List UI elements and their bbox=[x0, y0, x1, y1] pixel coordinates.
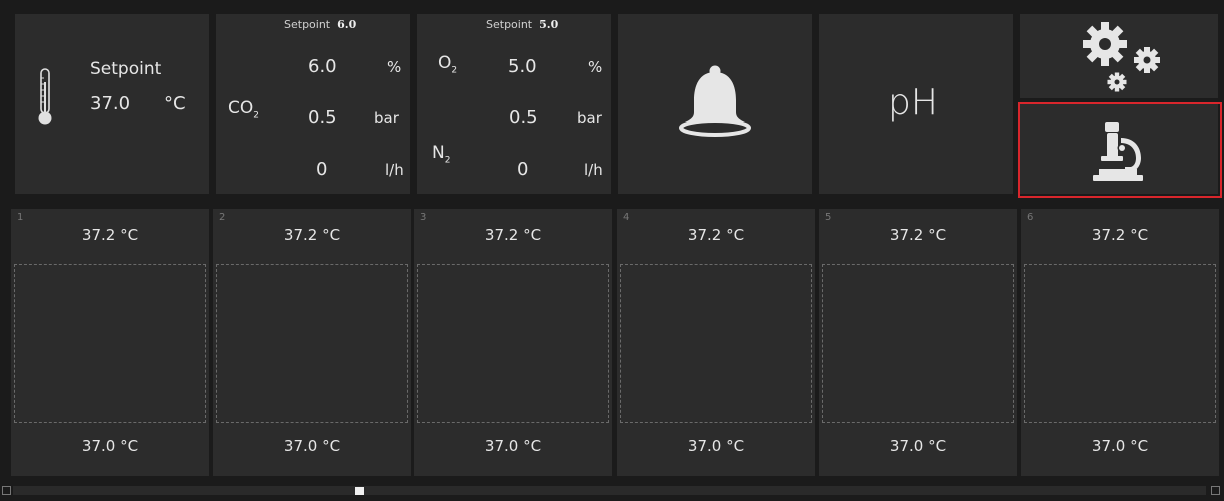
ph-label: pH bbox=[888, 82, 938, 123]
settings-panel[interactable] bbox=[1020, 14, 1218, 98]
well-4[interactable]: 4 37.2 °C 37.0 °C bbox=[617, 209, 815, 476]
well-bottom-temperature: 37.0 °C bbox=[484, 437, 542, 455]
o2-flow-unit: l/h bbox=[584, 161, 603, 179]
well-area[interactable] bbox=[417, 264, 609, 423]
co2-panel[interactable]: Setpoint 6.0 CO2 6.0 % 0.5 bar 0 l/h bbox=[216, 14, 410, 194]
n2-gas-subscript: 2 bbox=[444, 155, 451, 166]
temperature-unit: °C bbox=[164, 93, 186, 114]
well-area[interactable] bbox=[822, 264, 1014, 423]
co2-setpoint-value: 6.0 bbox=[337, 18, 357, 31]
co2-setpoint-header: Setpoint 6.0 bbox=[284, 18, 356, 31]
selection-outline bbox=[1018, 102, 1222, 198]
co2-percent-unit: % bbox=[387, 58, 402, 76]
well-top-temperature: 37.2 °C bbox=[484, 226, 542, 244]
temperature-setpoint-value: 37.0 bbox=[90, 93, 131, 114]
n2-gas-label: N2 bbox=[432, 143, 450, 165]
scroll-right-button[interactable] bbox=[1211, 486, 1220, 495]
ph-panel[interactable]: pH bbox=[819, 14, 1013, 194]
o2-setpoint-header: Setpoint 5.0 bbox=[486, 18, 558, 31]
well-top-temperature: 37.2 °C bbox=[889, 226, 947, 244]
well-area[interactable] bbox=[620, 264, 812, 423]
o2-flow-value: 0 bbox=[517, 159, 529, 180]
well-number: 6 bbox=[1027, 212, 1034, 223]
well-bottom-temperature: 37.0 °C bbox=[1091, 437, 1149, 455]
o2-setpoint-value: 5.0 bbox=[539, 18, 559, 31]
well-area[interactable] bbox=[14, 264, 206, 423]
well-number: 4 bbox=[623, 212, 630, 223]
well-6[interactable]: 6 37.2 °C 37.0 °C bbox=[1021, 209, 1219, 476]
co2-setpoint-label: Setpoint bbox=[284, 18, 331, 31]
o2-gas-text: O bbox=[438, 53, 452, 73]
o2-pressure-unit: bar bbox=[577, 109, 602, 127]
well-bottom-temperature: 37.0 °C bbox=[283, 437, 341, 455]
scrollbar-thumb[interactable] bbox=[355, 487, 364, 495]
temperature-setpoint-label: Setpoint bbox=[90, 59, 162, 79]
well-bottom-temperature: 37.0 °C bbox=[687, 437, 745, 455]
co2-gas-label: CO2 bbox=[228, 98, 259, 120]
well-top-temperature: 37.2 °C bbox=[1091, 226, 1149, 244]
well-area[interactable] bbox=[216, 264, 408, 423]
temperature-panel[interactable]: Setpoint 37.0 °C bbox=[15, 14, 209, 194]
well-5[interactable]: 5 37.2 °C 37.0 °C bbox=[819, 209, 1017, 476]
o2-n2-panel[interactable]: Setpoint 5.0 O2 N2 5.0 % 0.5 bar 0 l/h bbox=[417, 14, 611, 194]
o2-pressure-value: 0.5 bbox=[509, 107, 538, 128]
o2-gas-subscript: 2 bbox=[451, 65, 458, 76]
bell-icon bbox=[679, 64, 751, 146]
thermometer-icon bbox=[37, 68, 53, 132]
co2-flow-unit: l/h bbox=[385, 161, 404, 179]
co2-gas-text: CO bbox=[228, 98, 254, 118]
well-1[interactable]: 1 37.2 °C 37.0 °C bbox=[11, 209, 209, 476]
o2-percent-unit: % bbox=[588, 58, 603, 76]
well-bottom-temperature: 37.0 °C bbox=[81, 437, 139, 455]
co2-percent-value: 6.0 bbox=[308, 56, 337, 77]
well-area[interactable] bbox=[1024, 264, 1216, 423]
well-3[interactable]: 3 37.2 °C 37.0 °C bbox=[414, 209, 612, 476]
co2-flow-value: 0 bbox=[316, 159, 328, 180]
co2-pressure-value: 0.5 bbox=[308, 107, 337, 128]
horizontal-scrollbar[interactable] bbox=[13, 486, 1206, 495]
co2-pressure-unit: bar bbox=[374, 109, 399, 127]
o2-percent-value: 5.0 bbox=[508, 56, 537, 77]
co2-gas-subscript: 2 bbox=[253, 110, 259, 121]
gears-icon bbox=[1079, 20, 1165, 96]
well-top-temperature: 37.2 °C bbox=[283, 226, 341, 244]
well-number: 5 bbox=[825, 212, 832, 223]
well-bottom-temperature: 37.0 °C bbox=[889, 437, 947, 455]
scroll-left-button[interactable] bbox=[2, 486, 11, 495]
well-number: 1 bbox=[17, 212, 24, 223]
well-top-temperature: 37.2 °C bbox=[687, 226, 745, 244]
well-number: 3 bbox=[420, 212, 427, 223]
n2-gas-text: N bbox=[432, 143, 445, 163]
well-number: 2 bbox=[219, 212, 226, 223]
well-top-temperature: 37.2 °C bbox=[81, 226, 139, 244]
o2-setpoint-label: Setpoint bbox=[486, 18, 533, 31]
alarm-panel[interactable] bbox=[618, 14, 812, 194]
well-2[interactable]: 2 37.2 °C 37.0 °C bbox=[213, 209, 411, 476]
o2-gas-label: O2 bbox=[438, 53, 457, 75]
